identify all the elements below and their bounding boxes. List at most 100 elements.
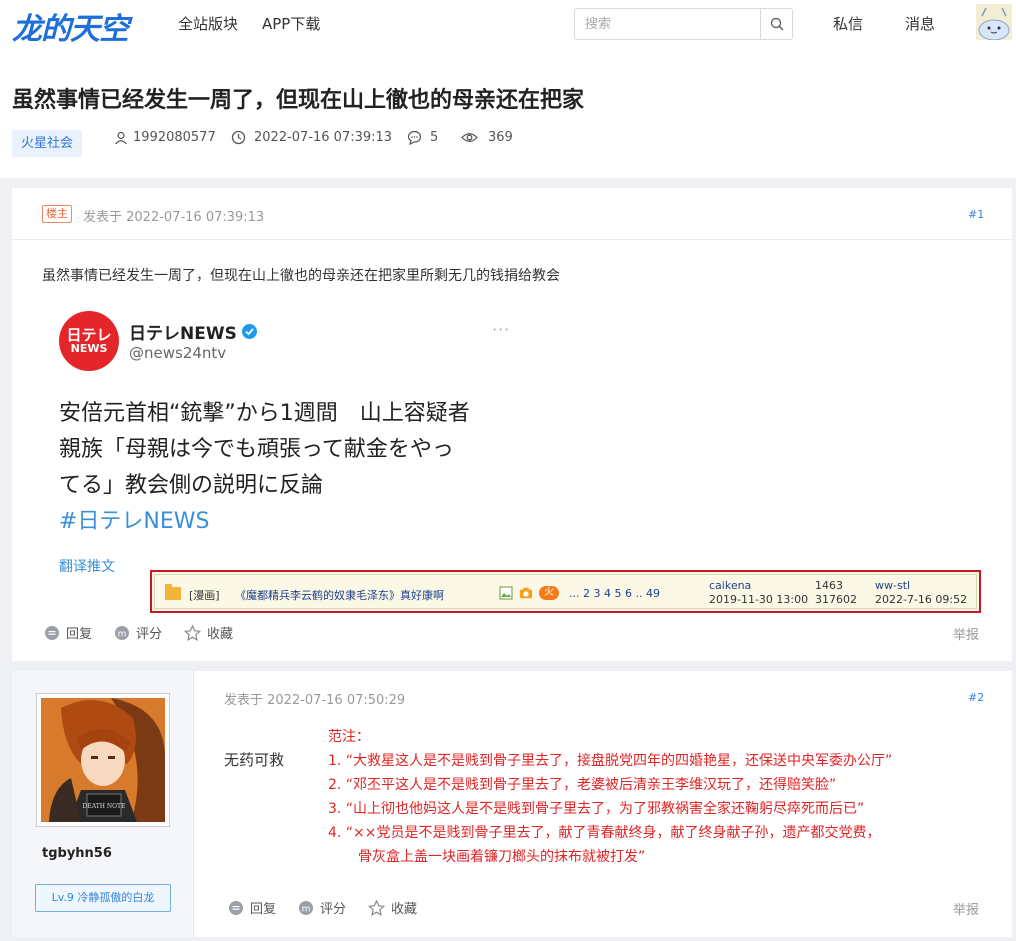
rate-icon: m <box>299 900 314 915</box>
view-count: 369 <box>488 130 513 145</box>
ad-banner[interactable]: [漫画] 《魔都精兵李云鹤的奴隶毛泽东》真好康啊 火 ... 2 3 4 5 6… <box>150 570 981 613</box>
favorite-label: 收藏 <box>391 902 418 917</box>
search-icon <box>770 17 784 31</box>
eye-icon <box>461 133 478 142</box>
user-avatar[interactable] <box>976 4 1012 40</box>
board-tag[interactable]: 火星社会 <box>12 130 83 157</box>
tweet-line-2: 親族「母親は今でも頑張って献金をやっ <box>59 437 454 462</box>
site-logo[interactable]: 龙的天空 <box>12 4 129 48</box>
search-input[interactable] <box>575 9 761 39</box>
hot-badge: 火 <box>539 586 559 600</box>
rate-icon: m <box>115 625 130 640</box>
verified-badge-icon <box>241 324 257 339</box>
tweet-logo-line1: 日テレ <box>66 326 112 344</box>
report-button[interactable]: 举报 <box>953 624 979 643</box>
svg-text:m: m <box>118 629 127 639</box>
page-title: 虽然事情已经发生一周了，但现在山上徹也的母亲还在把家 <box>12 88 585 113</box>
reply-label: 回复 <box>250 902 277 917</box>
folder-icon <box>165 584 181 600</box>
thread-time: 2022-07-16 07:39:13 <box>231 130 392 145</box>
tweet-account-logo[interactable]: 日テレ NEWS <box>59 311 119 371</box>
tweet-body: 安倍元首相“銃撃”から1週間 山上容疑者 親族「母親は今でも頑張って献金をやっ … <box>59 396 529 540</box>
ad-last-date: 2022-7-16 09:52 <box>875 593 968 606</box>
search-button[interactable] <box>760 9 792 39</box>
avatar-cartoon-icon <box>976 4 1012 40</box>
post-2-avatar[interactable]: DEATH NOTE <box>36 693 170 827</box>
post-2-actions: 回复 m 评分 收藏 <box>228 898 439 917</box>
quote-line-2: 2. “邓丕平这人是不是贱到骨子里去了，老婆被后清亲王李维汉玩了，还得赔笑脸” <box>328 777 837 793</box>
ad-author[interactable]: caikena <box>709 579 751 592</box>
ad-inner: [漫画] 《魔都精兵李云鹤的奴隶毛泽东》真好康啊 火 ... 2 3 4 5 6… <box>154 574 977 609</box>
search-box <box>574 8 793 40</box>
rate-label: 评分 <box>136 627 163 642</box>
post-2-author-panel: DEATH NOTE tgbyhn56 Lv.9 冷静孤傲的白龙 <box>12 671 194 937</box>
post-2-time: 发表于 2022-07-16 07:50:29 <box>224 693 406 708</box>
thread-header: 虽然事情已经发生一周了，但现在山上徹也的母亲还在把家 火星社会 19920805… <box>0 46 1016 178</box>
reply-count: 5 <box>430 130 439 145</box>
private-message-link[interactable]: 私信 <box>833 13 863 34</box>
post-1-actions: 回复 m 评分 收藏 <box>44 623 255 642</box>
favorite-button[interactable]: 收藏 <box>368 898 417 917</box>
tweet-more-icon[interactable]: ··· <box>492 320 510 339</box>
rate-button[interactable]: m 评分 <box>298 898 346 917</box>
post-2-text: 无药可救 <box>224 751 285 769</box>
post-1-text: 虽然事情已经发生一周了，但现在山上徹也的母亲还在把家里所剩无几的钱捐给教会 <box>42 268 560 284</box>
quote-line-3: 3. “山上彻也他妈这人是不是贱到骨子里去了，为了邪教祸害全家还鞠躬尽瘁死而后已… <box>328 801 865 817</box>
thread-replies: 5 <box>407 130 438 145</box>
post-2-quote: 范注： 1. “大救星这人是不是贱到骨子里去了，接盘脱党四年的四婚艳星，还保送中… <box>328 725 892 869</box>
quote-line-1: 1. “大救星这人是不是贱到骨子里去了，接盘脱党四年的四婚艳星，还保送中央军委办… <box>328 753 893 769</box>
star-icon <box>368 899 386 916</box>
post-1-floor-link[interactable]: #1 <box>968 208 984 221</box>
tweet-line-3: てる」教会側の説明に反論 <box>59 473 324 498</box>
tweet-line-1: 安倍元首相“銃撃”から1週間 山上容疑者 <box>59 401 470 426</box>
quote-line-4: 4. “××党员是不是贱到骨子里去了，献了青春献终身，献了终身献子孙，遗产都交党… <box>328 825 881 841</box>
post-2-username[interactable]: tgbyhn56 <box>42 846 112 861</box>
ad-category: [漫画] <box>189 589 220 602</box>
svg-text:DEATH NOTE: DEATH NOTE <box>83 803 126 810</box>
translate-tweet-link[interactable]: 翻译推文 <box>59 556 115 576</box>
reply-button[interactable]: 回复 <box>44 623 92 642</box>
user-icon <box>115 131 127 144</box>
author-name: 1992080577 <box>133 130 216 145</box>
top-bar: 龙的天空 全站版块 APP下载 私信 消息 <box>0 0 1016 48</box>
notifications-link[interactable]: 消息 <box>905 13 935 34</box>
level-badge: Lv.9 冷静孤傲的白龙 <box>35 884 171 912</box>
reply-icon <box>229 900 243 915</box>
ad-title[interactable]: 《魔都精兵李云鹤的奴隶毛泽东》真好康啊 <box>235 587 444 603</box>
op-badge: 楼主 <box>42 205 72 223</box>
nav-all-boards[interactable]: 全站版块 <box>178 13 238 34</box>
tweet-name-text: 日テレNEWS <box>129 324 237 344</box>
thread-views: 369 <box>461 130 513 145</box>
quote-title: 范注： <box>328 729 370 745</box>
thread-time-text: 2022-07-16 07:39:13 <box>254 130 393 145</box>
tweet-account-name[interactable]: 日テレNEWS <box>129 319 258 344</box>
quote-line-4-continued: 骨灰盒上盖一块画着镰刀榔头的抹布就被打发” <box>358 849 646 865</box>
clock-icon <box>231 130 246 145</box>
avatar-image: DEATH NOTE <box>41 698 165 822</box>
post-1-header: 楼主 发表于 2022-07-16 07:39:13 #1 <box>12 188 1012 240</box>
tweet-handle[interactable]: @news24ntv <box>129 344 226 362</box>
svg-text:m: m <box>302 904 311 914</box>
rate-button[interactable]: m 评分 <box>114 623 162 642</box>
favorite-button[interactable]: 收藏 <box>184 623 233 642</box>
star-icon <box>184 624 202 641</box>
reply-label: 回复 <box>66 627 93 642</box>
post-1-time: 发表于 2022-07-16 07:39:13 <box>83 210 265 225</box>
thread-author[interactable]: 1992080577 <box>114 130 216 145</box>
tweet-hashtag[interactable]: #日テレNEWS <box>59 504 529 540</box>
favorite-label: 收藏 <box>207 627 234 642</box>
ad-page-links[interactable]: ... 2 3 4 5 6 .. 49 <box>569 587 660 600</box>
camera-icon <box>519 587 533 599</box>
ad-last-user[interactable]: ww-stl <box>875 579 910 592</box>
ad-view-count: 317602 <box>815 593 857 606</box>
ad-reply-count: 1463 <box>815 579 843 592</box>
report-button[interactable]: 举报 <box>953 899 979 918</box>
tweet-logo-line2: NEWS <box>70 342 108 355</box>
reply-button[interactable]: 回复 <box>228 898 276 917</box>
image-attachment-icon <box>499 586 513 600</box>
anime-avatar-icon: DEATH NOTE <box>41 698 165 822</box>
rate-label: 评分 <box>320 902 347 917</box>
nav-app-download[interactable]: APP下载 <box>262 13 320 34</box>
post-1: 楼主 发表于 2022-07-16 07:39:13 #1 虽然事情已经发生一周… <box>12 188 1012 661</box>
post-2-floor-link[interactable]: #2 <box>968 691 984 704</box>
